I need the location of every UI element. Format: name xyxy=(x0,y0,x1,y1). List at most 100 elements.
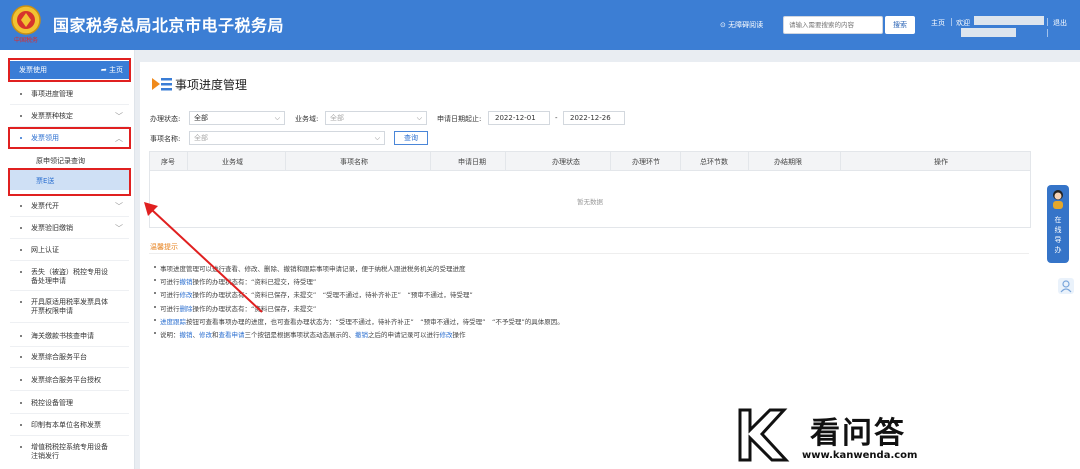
column-divider xyxy=(748,152,749,171)
person-icon xyxy=(1060,280,1072,293)
column-header: 事项名称 xyxy=(340,158,368,166)
column-divider xyxy=(840,152,841,171)
domain-label: 业务域: xyxy=(295,115,319,123)
sidebar-item-label: 开具原适用税率发票具体 xyxy=(31,298,108,306)
chevron-down-icon: ⌵ xyxy=(416,114,422,122)
column-header: 操作 xyxy=(934,158,948,166)
tip-fragment: 说明： xyxy=(160,331,180,339)
divider xyxy=(10,216,129,217)
watermark-text: 看问答 xyxy=(810,416,906,451)
list-icon xyxy=(152,78,172,91)
tip-fragment: 之后的申请记录可以进行 xyxy=(368,331,440,339)
domain-value: 全部 xyxy=(330,114,344,122)
sidebar-item-label: 网上认证 xyxy=(31,246,59,254)
status-label: 办理状态: xyxy=(150,115,181,123)
bullet-icon xyxy=(20,424,22,426)
assistant-avatar-icon xyxy=(1053,190,1063,209)
tip-fragment: 三个按钮是根据事项状态动态展示的、 xyxy=(244,331,356,339)
site-title: 国家税务总局北京市电子税务局 xyxy=(53,16,285,35)
sidebar-item-label: 印制有本单位名称发票 xyxy=(31,421,101,429)
column-divider xyxy=(505,152,506,171)
column-header: 序号 xyxy=(161,158,175,166)
bullet-icon xyxy=(20,93,22,95)
watermark: 看问答 www.kanwenda.com xyxy=(730,402,940,466)
divider xyxy=(10,390,129,391)
item-name-select[interactable]: 全部 ⌵ xyxy=(189,131,385,145)
divider xyxy=(10,104,129,105)
chevron-down-icon: ﹀ xyxy=(115,112,123,121)
bullet-icon xyxy=(20,301,22,303)
sidebar-item-label: 丢失（被盗）税控专用设 xyxy=(31,268,108,276)
accessibility-link[interactable]: ⊙ 无障碍阅读 xyxy=(720,20,763,30)
divider xyxy=(10,322,129,323)
watermark-url: www.kanwenda.com xyxy=(802,450,918,461)
date-separator: - xyxy=(555,114,558,122)
item-name-value: 全部 xyxy=(194,134,208,142)
watermark-logo-icon xyxy=(738,408,790,462)
bullet-icon xyxy=(20,271,22,273)
divider xyxy=(10,346,129,347)
top-header: 中国税务 国家税务总局北京市电子税务局 ⊙ 无障碍阅读 搜索 主页 | 欢迎 |… xyxy=(0,0,1080,50)
user-icon[interactable] xyxy=(1058,278,1074,294)
bullet-icon xyxy=(20,249,22,251)
red-arrow-annotation xyxy=(144,202,263,313)
column-header: 申请日期 xyxy=(458,158,486,166)
tip-text: 说明：撤销、修改和查看申请三个按钮是根据事项状态动态展示的、撤销之后的申请记录可… xyxy=(160,329,466,339)
search-input[interactable] xyxy=(783,16,883,34)
divider xyxy=(10,413,129,414)
tip-link[interactable]: 修改 xyxy=(440,331,453,339)
column-header: 总环节数 xyxy=(700,158,728,166)
column-divider xyxy=(610,152,611,171)
online-help-widget[interactable]: 在线导办 xyxy=(1047,185,1069,263)
logo-caption: 中国税务 xyxy=(14,36,38,44)
tip-link[interactable]: 撤销 xyxy=(180,331,193,339)
column-header: 办理环节 xyxy=(632,158,660,166)
chevron-down-icon: ﹀ xyxy=(115,202,123,211)
divider xyxy=(10,367,129,368)
column-divider xyxy=(285,152,286,171)
date-from-input[interactable]: 2022-12-01 xyxy=(488,111,550,125)
highlight-box xyxy=(8,168,131,196)
bullet-icon xyxy=(20,379,22,381)
query-button[interactable]: 查询 xyxy=(394,131,428,145)
username-redacted-line2 xyxy=(961,28,1016,37)
sidebar-item-label: 发票验旧缴销 xyxy=(31,224,73,232)
column-divider xyxy=(680,152,681,171)
bullet-icon xyxy=(20,227,22,229)
divider xyxy=(149,253,1029,254)
table-header: 序号 业务域 事项名称 申请日期 办理状态 办理环节 总环节数 办结期限 操作 xyxy=(150,152,1030,171)
tip-link[interactable]: 撤销 xyxy=(355,331,368,339)
bullet-icon xyxy=(20,205,22,207)
sidebar-item-label: 原申领记录查询 xyxy=(36,157,85,165)
bullet-icon xyxy=(20,446,22,448)
divider xyxy=(10,238,129,239)
column-header: 办结期限 xyxy=(774,158,802,166)
online-help-label: 在线导办 xyxy=(1054,216,1062,254)
divider xyxy=(10,260,129,261)
item-name-label: 事项名称: xyxy=(150,135,181,143)
logout-link[interactable]: 退出 xyxy=(1053,18,1067,28)
sidebar-item-label: 发票综合服务平台 xyxy=(31,353,87,361)
tip-link[interactable]: 修改 xyxy=(199,331,212,339)
tip-fragment: 操作 xyxy=(452,331,466,339)
chevron-down-icon: ⌵ xyxy=(374,134,380,142)
date-to-input[interactable]: 2022-12-26 xyxy=(563,111,625,125)
tax-emblem-logo: 中国税务 xyxy=(11,5,41,44)
header-divider: | xyxy=(1046,17,1049,26)
column-divider xyxy=(430,152,431,171)
status-value: 全部 xyxy=(194,114,208,122)
sidebar-item-label: 开票权限申请 xyxy=(31,307,73,315)
sidebar-item-label: 海关缴款书核查申请 xyxy=(31,332,94,340)
bullet-icon xyxy=(20,356,22,358)
sidebar-item-label: 发票票种核定 xyxy=(31,112,73,120)
search-button[interactable]: 搜索 xyxy=(885,16,915,34)
sidebar-item-label: 税控设备管理 xyxy=(31,399,73,407)
username-redacted xyxy=(974,16,1044,25)
home-link[interactable]: 主页 xyxy=(931,18,945,28)
domain-select[interactable]: 全部 ⌵ xyxy=(325,111,427,125)
divider xyxy=(10,290,129,291)
tip-link[interactable]: 查看申请 xyxy=(219,331,245,339)
status-select[interactable]: 全部 ⌵ xyxy=(189,111,285,125)
sidebar-item-label: 注销发行 xyxy=(31,452,59,460)
header-divider: | xyxy=(1046,28,1049,37)
